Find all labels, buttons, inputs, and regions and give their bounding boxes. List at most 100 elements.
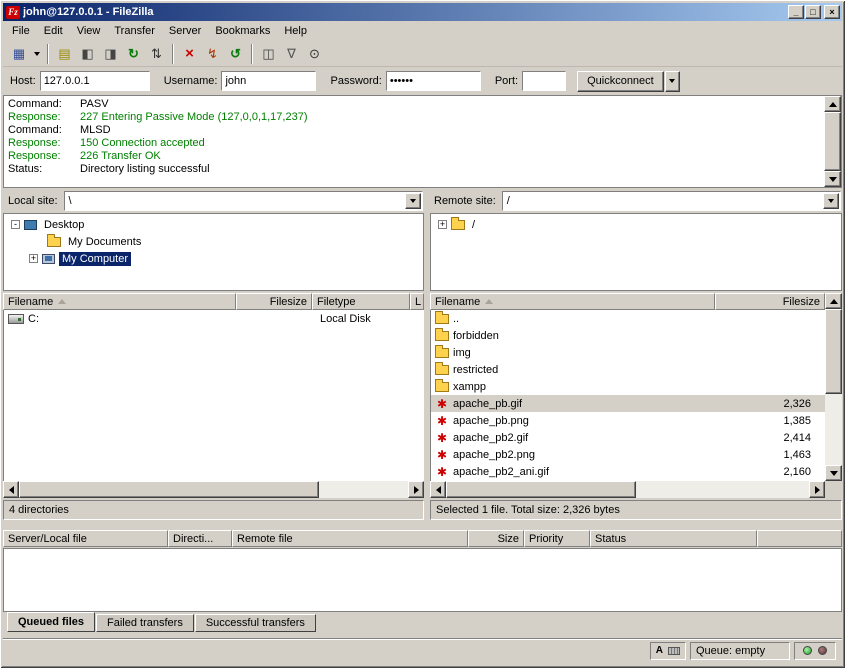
- menu-help[interactable]: Help: [277, 23, 314, 39]
- local-site-combo[interactable]: \: [64, 191, 423, 211]
- tab-successful-transfers[interactable]: Successful transfers: [195, 614, 316, 632]
- menu-file[interactable]: File: [5, 23, 37, 39]
- abort-button[interactable]: ×: [178, 43, 201, 65]
- scroll-thumb[interactable]: [446, 481, 636, 498]
- site-manager-dropdown[interactable]: [31, 43, 43, 65]
- remote-list-header: Filename Filesize: [430, 293, 825, 310]
- combo-dropdown-button[interactable]: [823, 193, 839, 209]
- scroll-up-button[interactable]: [824, 96, 841, 112]
- tree-item-label: My Computer: [59, 252, 131, 266]
- close-button[interactable]: ×: [824, 5, 840, 19]
- column-header-priority[interactable]: Priority: [524, 530, 590, 547]
- column-header-remote-file[interactable]: Remote file: [232, 530, 468, 547]
- expand-icon[interactable]: +: [438, 220, 447, 229]
- directory-comparison-button[interactable]: ◫: [257, 43, 280, 65]
- column-header-status[interactable]: Status: [590, 530, 757, 547]
- scroll-thumb[interactable]: [19, 481, 319, 498]
- column-header-filesize[interactable]: Filesize: [236, 293, 312, 310]
- refresh-button[interactable]: ↻: [122, 43, 145, 65]
- scroll-up-button[interactable]: [825, 293, 842, 309]
- quickconnect-button[interactable]: Quickconnect: [577, 71, 664, 92]
- file-row[interactable]: forbidden: [431, 327, 825, 344]
- reconnect-button[interactable]: ↺: [224, 43, 247, 65]
- log-line: Status:Directory listing successful: [4, 163, 823, 176]
- scroll-up-icon: [829, 102, 837, 107]
- toggle-queue-button[interactable]: ⇅: [145, 43, 168, 65]
- combo-dropdown-button[interactable]: [405, 193, 421, 209]
- maximize-button[interactable]: □: [805, 5, 821, 19]
- queue-status-cell: Queue: empty: [690, 642, 790, 660]
- port-input[interactable]: [522, 71, 566, 91]
- file-row[interactable]: ✱apache_pb2.gif2,414: [431, 429, 825, 446]
- disconnect-button[interactable]: ↯: [201, 43, 224, 65]
- queue-list[interactable]: [3, 548, 842, 612]
- minimize-button[interactable]: _: [788, 5, 804, 19]
- column-header-filename[interactable]: Filename: [3, 293, 236, 310]
- file-name: apache_pb2_ani.gif: [453, 466, 549, 478]
- scroll-right-button[interactable]: [408, 481, 424, 498]
- log-line: Command:PASV: [4, 98, 823, 111]
- toggle-remote-tree-button[interactable]: ◨: [99, 43, 122, 65]
- file-row[interactable]: ✱apache_pb2_ani.gif2,160: [431, 463, 825, 480]
- scroll-down-button[interactable]: [824, 171, 841, 187]
- scroll-down-button[interactable]: [825, 465, 842, 481]
- file-row[interactable]: ✱apache_pb.png1,385: [431, 412, 825, 429]
- remote-vscrollbar[interactable]: [825, 293, 842, 481]
- file-row-selected[interactable]: ✱apache_pb.gif2,326: [431, 395, 825, 412]
- local-list-header: Filename Filesize Filetype L: [3, 293, 424, 310]
- file-size: 1,385: [783, 415, 825, 427]
- file-size: 2,160: [783, 466, 825, 478]
- folder-icon: [435, 331, 449, 341]
- file-row-c-drive[interactable]: C: Local Disk: [4, 310, 424, 327]
- host-input[interactable]: [40, 71, 150, 91]
- site-manager-button[interactable]: ▦: [7, 43, 31, 65]
- tab-queued-files[interactable]: Queued files: [7, 612, 95, 632]
- tab-failed-transfers[interactable]: Failed transfers: [96, 614, 194, 632]
- toggle-local-tree-button[interactable]: ◧: [76, 43, 99, 65]
- tree-item-my-computer[interactable]: + My Computer: [4, 250, 423, 267]
- local-hscrollbar[interactable]: [3, 481, 424, 498]
- menu-transfer[interactable]: Transfer: [107, 23, 162, 39]
- toolbar-separator: [47, 44, 49, 64]
- ascii-mode-icon: A: [656, 645, 663, 656]
- folder-icon: [47, 237, 61, 247]
- username-input[interactable]: [221, 71, 316, 91]
- password-input[interactable]: [386, 71, 481, 91]
- column-header-local-file[interactable]: Server/Local file: [3, 530, 168, 547]
- scroll-thumb[interactable]: [825, 309, 842, 394]
- find-button[interactable]: ⊙: [303, 43, 326, 65]
- column-header-filesize[interactable]: Filesize: [715, 293, 825, 310]
- column-header-direction[interactable]: Directi...: [168, 530, 232, 547]
- expand-icon[interactable]: +: [29, 254, 38, 263]
- quickconnect-dropdown[interactable]: [665, 71, 680, 92]
- filter-button[interactable]: ∇: [280, 43, 303, 65]
- menu-view[interactable]: View: [70, 23, 108, 39]
- file-row[interactable]: ..: [431, 310, 825, 327]
- collapse-icon[interactable]: -: [11, 220, 20, 229]
- tree-item-root[interactable]: + /: [431, 216, 841, 233]
- scroll-left-button[interactable]: [3, 481, 19, 498]
- scroll-thumb[interactable]: [824, 112, 841, 171]
- scroll-right-button[interactable]: [809, 481, 825, 498]
- scroll-left-button[interactable]: [430, 481, 446, 498]
- file-row[interactable]: ✱apache_pb2.png1,463: [431, 446, 825, 463]
- remote-site-combo[interactable]: /: [502, 191, 841, 211]
- tree-item-desktop[interactable]: - Desktop: [4, 216, 423, 233]
- remote-hscrollbar[interactable]: [430, 481, 825, 498]
- column-header-filename[interactable]: Filename: [430, 293, 715, 310]
- toggle-message-log-button[interactable]: ▤: [53, 43, 76, 65]
- log-line: Command:MLSD: [4, 124, 823, 137]
- file-row[interactable]: restricted: [431, 361, 825, 378]
- file-row[interactable]: xampp: [431, 378, 825, 395]
- column-header-filetype[interactable]: Filetype: [312, 293, 410, 310]
- connection-indicator-cell: [794, 642, 836, 660]
- file-row[interactable]: img: [431, 344, 825, 361]
- column-header-size[interactable]: Size: [468, 530, 524, 547]
- column-header-lastmodified[interactable]: L: [410, 293, 424, 310]
- log-scrollbar[interactable]: [824, 96, 841, 187]
- menu-bookmarks[interactable]: Bookmarks: [208, 23, 277, 39]
- tree-item-label: My Documents: [65, 235, 144, 249]
- tree-item-my-documents[interactable]: My Documents: [4, 233, 423, 250]
- menu-edit[interactable]: Edit: [37, 23, 70, 39]
- menu-server[interactable]: Server: [162, 23, 208, 39]
